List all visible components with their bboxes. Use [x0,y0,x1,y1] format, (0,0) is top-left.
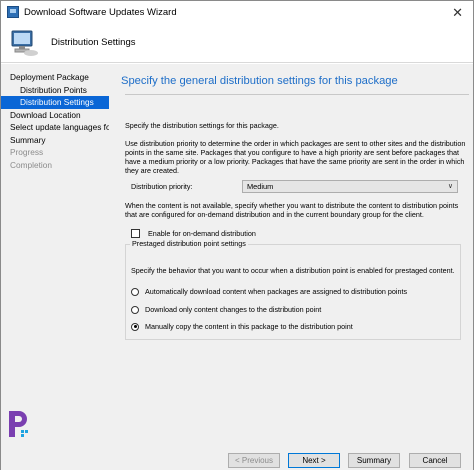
wizard-header: Distribution Settings [1,23,473,63]
radio-button[interactable] [131,287,139,296]
brand-logo-icon [7,409,29,439]
title-divider [125,94,469,95]
priority-label: Distribution priority: [131,182,193,191]
radio-button[interactable] [131,305,139,314]
next-button[interactable]: Next > [288,453,340,468]
summary-button[interactable]: Summary [348,453,400,468]
sidebar-item-summary[interactable]: Summary [1,134,109,147]
title-bar: Download Software Updates Wizard ✕ [1,1,473,23]
sidebar-item-completion: Completion [10,159,52,170]
radio-option-download-changes[interactable]: Download only content changes to the dis… [131,305,321,315]
sidebar-item-progress: Progress [10,147,44,157]
radio-button-selected[interactable] [131,322,139,331]
wizard-window: Download Software Updates Wizard ✕ Distr… [0,0,474,470]
computer-wizard-icon [9,29,39,57]
sidebar-item-distribution-settings[interactable]: Distribution Settings [1,96,109,109]
cancel-button[interactable]: Cancel [409,453,461,468]
chevron-down-icon: ∨ [447,183,453,190]
wizard-steps-sidebar: Deployment Package Distribution Points D… [1,64,109,444]
sidebar-item-select-update-languages[interactable]: Select update languages for [1,121,109,134]
page-heading: Distribution Settings [51,37,136,48]
ondemand-help-line-2: that are configured for on-demand distri… [125,210,424,219]
ondemand-checkbox-label: Enable for on-demand distribution [148,229,256,238]
priority-dropdown-value: Medium [247,182,274,191]
intro-text: Specify the distribution settings for th… [125,121,279,130]
prestaged-help-text: Specify the behavior that you want to oc… [131,266,455,275]
sidebar-item-deployment-package[interactable]: Deployment Package [1,71,109,84]
radio-option-auto-download[interactable]: Automatically download content when pack… [131,287,407,297]
radio-label: Download only content changes to the dis… [145,305,322,314]
ondemand-checkbox[interactable] [131,229,140,239]
ondemand-checkbox-row[interactable]: Enable for on-demand distribution [131,229,256,239]
wizard-content-panel: Specify the general distribution setting… [109,64,473,444]
radio-label: Manually copy the content in this packag… [145,322,353,331]
radio-label: Automatically download content when pack… [145,287,408,296]
close-icon[interactable]: ✕ [452,6,463,19]
wizard-app-icon [7,6,19,18]
window-title: Download Software Updates Wizard [24,6,177,18]
prestaged-group-legend: Prestaged distribution point settings [130,239,248,248]
previous-button[interactable]: < Previous [228,453,280,468]
radio-option-manual-copy[interactable]: Manually copy the content in this packag… [131,322,353,332]
priority-dropdown[interactable]: Medium ∨ [242,180,458,193]
sidebar-item-download-location[interactable]: Download Location [1,109,109,122]
panel-title: Specify the general distribution setting… [121,75,398,87]
sidebar-item-distribution-points[interactable]: Distribution Points [1,84,109,97]
wizard-footer: < Previous Next > Summary Cancel [1,444,473,470]
priority-help-line-4: they are created. [125,166,179,175]
